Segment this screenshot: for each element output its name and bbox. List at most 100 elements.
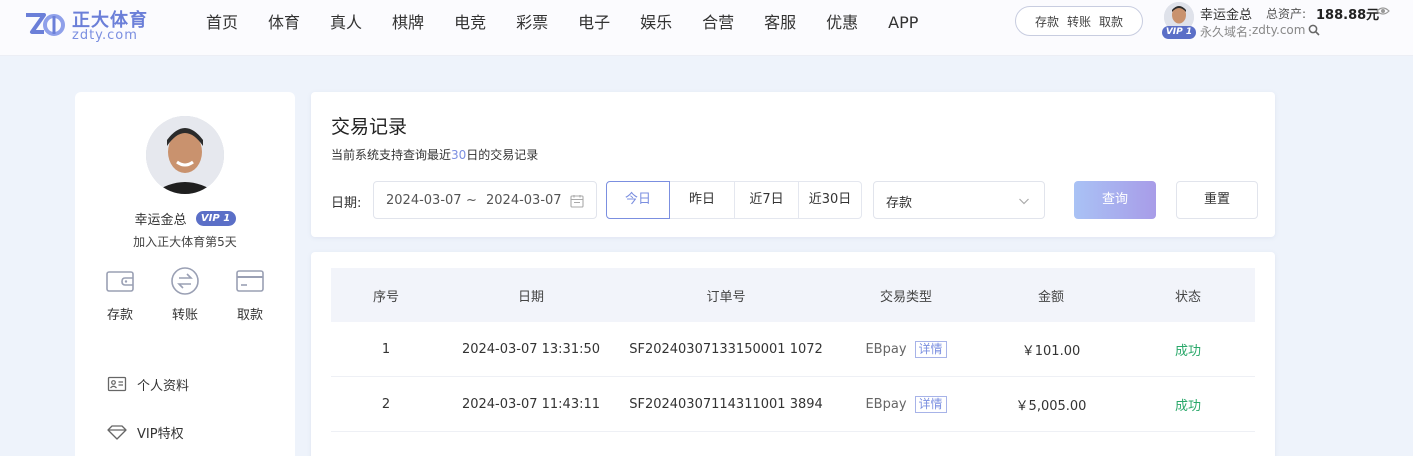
- chevron-down-icon: [1019, 198, 1029, 205]
- detail-button[interactable]: 详情: [914, 395, 947, 413]
- range-yesterday-button[interactable]: 昨日: [669, 181, 735, 219]
- id-card-icon: [107, 376, 127, 392]
- card-icon: [236, 270, 264, 292]
- row-date: 2024-03-07 13:31:50: [461, 341, 601, 357]
- top-header: 正大体育 zdty.com 首页 体育 真人 棋牌 电竞 彩票 电子 娱乐 合营…: [0, 0, 1413, 56]
- nav-lottery[interactable]: 彩票: [516, 0, 548, 46]
- page-subtitle: 当前系统支持查询最近30日的交易记录: [331, 146, 538, 163]
- column-header: 交易类型: [879, 289, 932, 305]
- row-date: 2024-03-07 11:43:11: [461, 396, 601, 412]
- column-header: 序号: [372, 289, 399, 305]
- nav-promotions[interactable]: 优惠: [826, 0, 858, 46]
- sidebar-item-label: VIP特权: [137, 426, 184, 442]
- sidebar-withdraw-button[interactable]: 取款: [225, 266, 275, 323]
- column-header: 状态: [1174, 289, 1201, 305]
- transaction-type-select[interactable]: 存款: [873, 181, 1045, 219]
- join-days-text: 加入正大体育第5天: [133, 235, 237, 249]
- sidebar-menu: 个人资料 VIP特权: [107, 360, 277, 456]
- row-type-label: EBpay: [865, 341, 907, 357]
- nav-sports[interactable]: 体育: [268, 0, 300, 46]
- sidebar-item-label: 个人资料: [137, 378, 190, 394]
- sidebar-username: 幸运金总: [134, 213, 187, 228]
- domain-label: 永久域名:: [1200, 25, 1253, 39]
- date-label: 日期:: [331, 196, 362, 211]
- row-type-label: EBpay: [865, 396, 907, 412]
- logo[interactable]: 正大体育 zdty.com: [22, 6, 152, 48]
- table-row: 2 2024-03-07 11:43:11 SF2024030711431100…: [331, 377, 1255, 432]
- eye-icon[interactable]: [1376, 6, 1390, 16]
- search-icon[interactable]: [1308, 24, 1320, 36]
- header-transfer-link[interactable]: 转账: [1067, 13, 1091, 30]
- nav-support[interactable]: 客服: [764, 0, 796, 46]
- row-index: 1: [381, 341, 391, 357]
- detail-button[interactable]: 详情: [914, 340, 947, 358]
- nav-cards[interactable]: 棋牌: [392, 0, 424, 46]
- row-type: EBpay 详情: [831, 377, 981, 431]
- sidebar-item-profile[interactable]: 个人资料: [107, 360, 277, 408]
- main-nav: 首页 体育 真人 棋牌 电竞 彩票 电子 娱乐 合营 客服 优惠 APP: [190, 0, 948, 46]
- user-info: VIP 1 幸运金总 总资产: 188.88元 永久域名: zdty.com: [1162, 2, 1402, 42]
- row-amount: ￥5,005.00: [1015, 398, 1087, 414]
- quick-range-group: 今日 昨日 近7日 近30日: [606, 181, 863, 219]
- zd-logo-icon: [26, 13, 65, 36]
- domain-value: zdty.com: [1252, 23, 1306, 37]
- nav-entertainment[interactable]: 娱乐: [640, 0, 672, 46]
- avatar-face-icon: [146, 116, 224, 194]
- sidebar-deposit-label: 存款: [106, 308, 133, 323]
- wallet-icon: [106, 271, 134, 292]
- header-username: 幸运金总: [1200, 8, 1253, 23]
- column-header: 金额: [1037, 289, 1064, 305]
- subtitle-suffix: 日的交易记录: [466, 148, 539, 162]
- sidebar-withdraw-label: 取款: [236, 308, 263, 323]
- assets-value: 188.88元: [1316, 8, 1380, 23]
- range-7days-button[interactable]: 近7日: [734, 181, 799, 219]
- sidebar-actions: 存款 转账 取款: [95, 266, 275, 323]
- row-status: 成功: [1174, 343, 1201, 359]
- sidebar-transfer-button[interactable]: 转账: [160, 266, 210, 323]
- header-withdraw-link[interactable]: 取款: [1099, 13, 1123, 30]
- sidebar-vip-badge: VIP 1: [195, 211, 236, 226]
- table-header: 序号 日期 订单号 交易类型 金额 状态: [331, 268, 1255, 322]
- sidebar-user: 幸运金总 VIP 1: [75, 208, 295, 228]
- sidebar-item-vip[interactable]: VIP特权: [107, 408, 277, 456]
- date-start: 2024-03-07: [386, 193, 462, 208]
- row-amount: ￥101.00: [1021, 343, 1081, 359]
- subtitle-prefix: 当前系统支持查询最近: [331, 148, 452, 162]
- sidebar-deposit-button[interactable]: 存款: [95, 266, 145, 323]
- sidebar-transfer-label: 转账: [171, 308, 198, 323]
- nav-affiliate[interactable]: 合营: [702, 0, 734, 46]
- diamond-icon: [107, 425, 127, 440]
- range-today-button[interactable]: 今日: [606, 181, 670, 219]
- column-header: 日期: [517, 289, 544, 305]
- sidebar-avatar[interactable]: [146, 116, 224, 194]
- nav-slots[interactable]: 电子: [578, 0, 610, 46]
- nav-live-casino[interactable]: 真人: [330, 0, 362, 46]
- filter-panel: 交易记录 当前系统支持查询最近30日的交易记录 日期: 2024-03-07 ~…: [311, 92, 1275, 237]
- transactions-panel: 序号 日期 订单号 交易类型 金额 状态 1 2024-03-07 13:31:…: [311, 252, 1275, 456]
- page-title: 交易记录: [331, 116, 408, 138]
- quick-actions: 存款 转账 取款: [1015, 6, 1143, 36]
- header-vip-badge: VIP 1: [1162, 26, 1196, 39]
- date-range-picker[interactable]: 2024-03-07 ~ 2024-03-07: [373, 181, 597, 219]
- date-end: 2024-03-07: [486, 193, 562, 208]
- transaction-type-value: 存款: [886, 196, 913, 211]
- row-order-number: SF20240307133150001 1072: [629, 341, 823, 357]
- table-row: 1 2024-03-07 13:31:50 SF2024030713315000…: [331, 322, 1255, 377]
- nav-app[interactable]: APP: [888, 0, 918, 46]
- row-order-number: SF20240307114311001 3894: [629, 396, 823, 412]
- reset-button[interactable]: 重置: [1176, 181, 1258, 219]
- header-deposit-link[interactable]: 存款: [1035, 13, 1059, 30]
- range-30days-button[interactable]: 近30日: [798, 181, 862, 219]
- transactions-table: 序号 日期 订单号 交易类型 金额 状态 1 2024-03-07 13:31:…: [331, 268, 1255, 432]
- assets-label: 总资产:: [1266, 7, 1307, 21]
- row-index: 2: [381, 396, 391, 412]
- column-header: 订单号: [706, 289, 746, 305]
- subtitle-days: 30: [451, 148, 467, 162]
- transfer-icon: [171, 267, 199, 295]
- nav-esports[interactable]: 电竞: [454, 0, 486, 46]
- calendar-icon: [570, 195, 584, 208]
- brand-domain: zdty.com: [72, 28, 138, 43]
- nav-home[interactable]: 首页: [206, 0, 238, 46]
- row-type: EBpay 详情: [831, 322, 981, 376]
- query-button[interactable]: 查询: [1074, 181, 1156, 219]
